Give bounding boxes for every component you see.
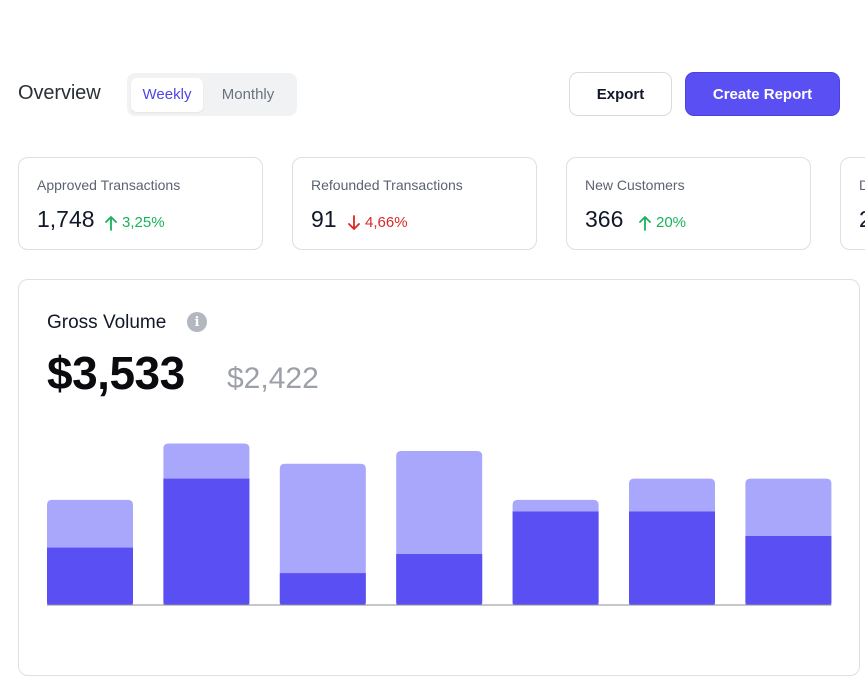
gross-volume-bar-chart <box>47 443 832 606</box>
page-title: Overview <box>18 82 101 104</box>
tab-weekly[interactable]: Weekly <box>131 77 203 112</box>
bar-current <box>629 511 715 605</box>
stat-card-new-customers[interactable]: New Customers 366 20% <box>566 157 811 250</box>
stat-delta: 4,66% <box>347 214 408 231</box>
stat-value: 2 <box>859 206 865 233</box>
period-toggle: Weekly Monthly <box>127 73 297 116</box>
stat-value: 366 <box>585 206 624 232</box>
gross-volume-panel: Gross Volume i $3,533 $2,422 <box>18 279 860 676</box>
stat-label: New Customers <box>585 177 685 193</box>
stat-card-approved[interactable]: Approved Transactions 1,748 3,25% <box>18 157 263 250</box>
arrow-up-icon <box>638 215 652 231</box>
stat-card-refunded[interactable]: Refounded Transactions 91 4,66% <box>292 157 537 250</box>
stat-label: Refounded Transactions <box>311 177 463 193</box>
stat-delta: 20% <box>638 214 686 231</box>
bar-current <box>279 573 366 605</box>
stat-value: 1,748 <box>37 206 95 232</box>
dashboard-page: Overview Weekly Monthly Export Create Re… <box>0 0 865 678</box>
bar-current <box>163 478 250 605</box>
bar-current <box>47 547 133 605</box>
export-button[interactable]: Export <box>569 72 672 116</box>
bar-current <box>396 554 483 605</box>
stat-card-partial[interactable]: D 2 <box>840 157 865 250</box>
arrow-down-icon <box>347 214 361 231</box>
stat-value: 91 <box>311 206 337 232</box>
stat-label: Approved Transactions <box>37 177 181 193</box>
stat-delta-value: 4,66% <box>365 214 408 231</box>
arrow-up-icon <box>104 215 118 231</box>
create-report-button[interactable]: Create Report <box>685 72 840 116</box>
tab-monthly[interactable]: Monthly <box>203 78 293 112</box>
bar-current <box>512 511 599 605</box>
stat-label: D <box>859 177 865 193</box>
stat-delta-value: 3,25% <box>122 214 165 231</box>
stat-delta: 3,25% <box>104 214 165 231</box>
stat-delta-value: 20% <box>656 214 687 231</box>
bar-current <box>745 535 832 605</box>
